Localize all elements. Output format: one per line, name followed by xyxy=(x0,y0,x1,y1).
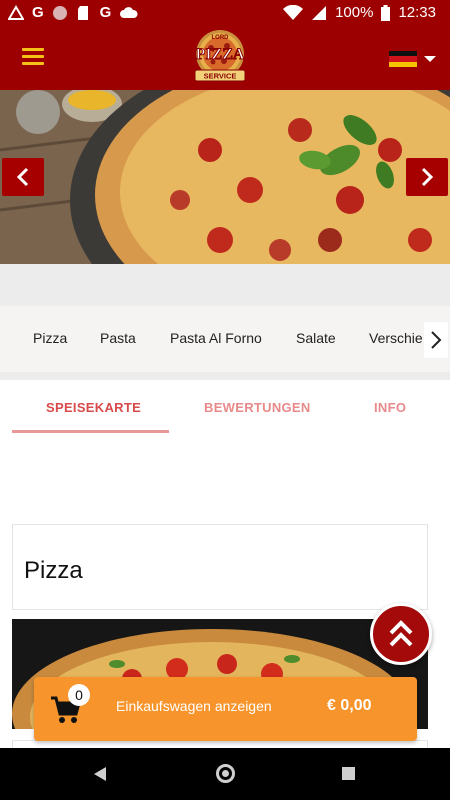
hero-pizza-image xyxy=(0,90,450,264)
status-bar: G G 100% 12:33 xyxy=(0,0,450,26)
system-nav-bar xyxy=(0,748,450,800)
svg-text:SERVICE: SERVICE xyxy=(204,72,237,81)
section-header-card: Pizza xyxy=(12,524,428,610)
cloud-icon xyxy=(120,7,138,18)
chevron-down-icon[interactable] xyxy=(424,56,436,62)
circle-dot-icon xyxy=(52,6,67,20)
slider-prev-button[interactable] xyxy=(2,158,44,196)
spacer xyxy=(0,264,450,304)
scroll-to-top-button[interactable] xyxy=(370,603,432,665)
alert-triangle-icon xyxy=(8,5,24,20)
back-icon[interactable] xyxy=(94,767,106,781)
active-tab-indicator xyxy=(12,430,169,433)
tab-info[interactable]: INFO xyxy=(374,400,406,415)
category-scroll-next-button[interactable] xyxy=(424,322,448,358)
battery-icon xyxy=(381,5,391,21)
google-g-icon: G xyxy=(99,4,112,21)
chevron-left-icon xyxy=(16,167,29,187)
tab-bewertungen[interactable]: BEWERTUNGEN xyxy=(204,400,311,415)
chevron-right-icon xyxy=(431,331,442,349)
double-chevron-up-icon xyxy=(389,620,413,647)
cart-count-badge: 0 xyxy=(68,684,90,706)
recents-icon[interactable] xyxy=(342,767,355,780)
cart-label: Einkaufswagen anzeigen xyxy=(116,698,272,714)
svg-text:LORD: LORD xyxy=(212,35,230,41)
menu-icon[interactable] xyxy=(22,48,44,66)
german-flag-icon[interactable] xyxy=(389,51,417,67)
signal-icon xyxy=(312,6,327,20)
battery-percent: 100% xyxy=(335,4,374,21)
category-pasta[interactable]: Pasta xyxy=(100,330,136,346)
slider-next-button[interactable] xyxy=(406,158,448,196)
category-pasta-al-forno[interactable]: Pasta Al Forno xyxy=(170,330,262,346)
pizza-service-logo[interactable]: LORD PIZZA SERVICE xyxy=(189,28,251,86)
wifi-icon xyxy=(283,5,304,20)
view-cart-button[interactable]: 0 Einkaufswagen anzeigen € 0,00 xyxy=(34,677,417,741)
category-salate[interactable]: Salate xyxy=(296,330,336,346)
app-header: LORD PIZZA SERVICE xyxy=(0,26,450,90)
category-pizza[interactable]: Pizza xyxy=(33,330,67,346)
google-g-icon: G xyxy=(32,4,44,21)
section-title: Pizza xyxy=(24,557,83,584)
chevron-right-icon xyxy=(421,167,434,187)
hero-slider[interactable] xyxy=(0,90,450,264)
cart-total: € 0,00 xyxy=(327,697,372,714)
sd-card-icon xyxy=(77,6,88,20)
category-verschiedenes[interactable]: Verschie xyxy=(369,330,423,346)
tab-speisekarte[interactable]: SPEISEKARTE xyxy=(46,400,141,415)
svg-text:PIZZA: PIZZA xyxy=(196,46,245,63)
home-icon[interactable] xyxy=(216,764,235,783)
category-nav: Pizza Pasta Pasta Al Forno Salate Versch… xyxy=(0,306,450,372)
clock: 12:33 xyxy=(398,4,436,21)
